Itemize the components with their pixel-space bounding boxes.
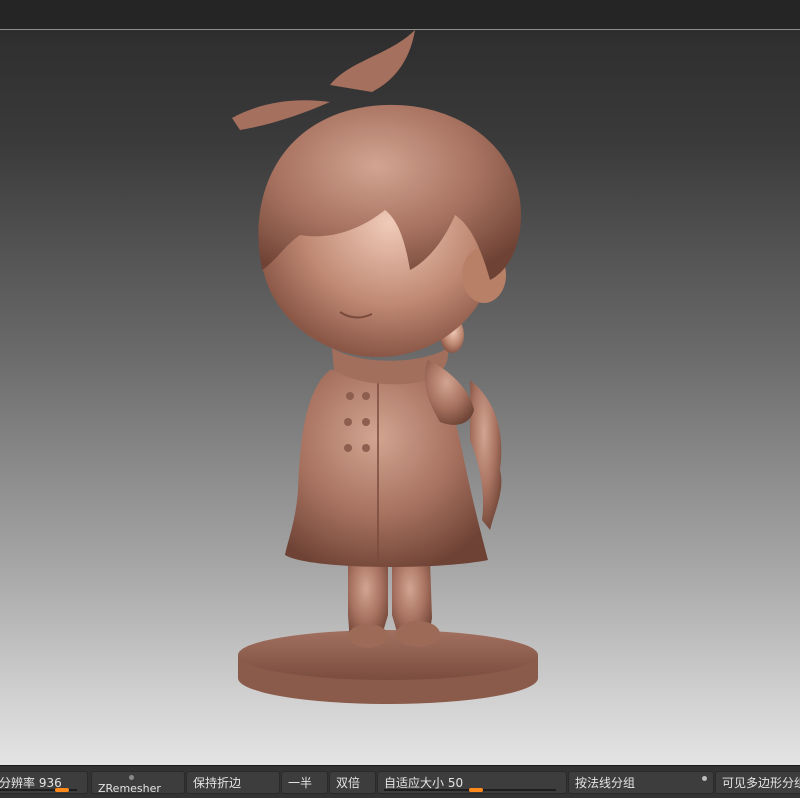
- resolution-slider-knob[interactable]: [55, 788, 69, 792]
- zremesher-button[interactable]: ZRemesher: [91, 771, 185, 794]
- keep-creases-label: 保持折边: [193, 776, 242, 790]
- half-button[interactable]: 一半: [281, 771, 328, 794]
- 3d-viewport[interactable]: [0, 30, 800, 765]
- group-by-normals-label: 按法线分组: [575, 776, 636, 790]
- keep-creases-button[interactable]: 保持折边: [186, 771, 280, 794]
- half-label: 一半: [288, 776, 313, 790]
- visible-polygroups-label: 可见多边形分组: [722, 776, 800, 790]
- top-bar: [0, 0, 800, 30]
- double-button[interactable]: 双倍: [329, 771, 376, 794]
- group-by-normals-indicator-dot: [702, 776, 707, 781]
- zremesher-indicator-dot: [129, 775, 134, 780]
- zremesher-toolbar: 分辨率 936 ZRemesher 保持折边 一半 双倍 自适应大小 50 按法…: [0, 765, 800, 798]
- double-label: 双倍: [336, 776, 361, 790]
- resolution-slider[interactable]: 分辨率 936: [0, 771, 88, 794]
- visible-polygroups-button[interactable]: 可见多边形分组: [715, 771, 800, 794]
- figure-base: [238, 630, 538, 704]
- adaptive-size-label: 自适应大小 50: [384, 776, 464, 790]
- sculpt-model: [232, 30, 538, 704]
- adaptive-size-slider[interactable]: 自适应大小 50: [377, 771, 567, 794]
- adaptive-size-slider-knob[interactable]: [469, 788, 483, 792]
- zremesher-label: ZRemesher: [98, 782, 161, 794]
- group-by-normals-button[interactable]: 按法线分组: [568, 771, 714, 794]
- resolution-label: 分辨率 936: [0, 776, 62, 790]
